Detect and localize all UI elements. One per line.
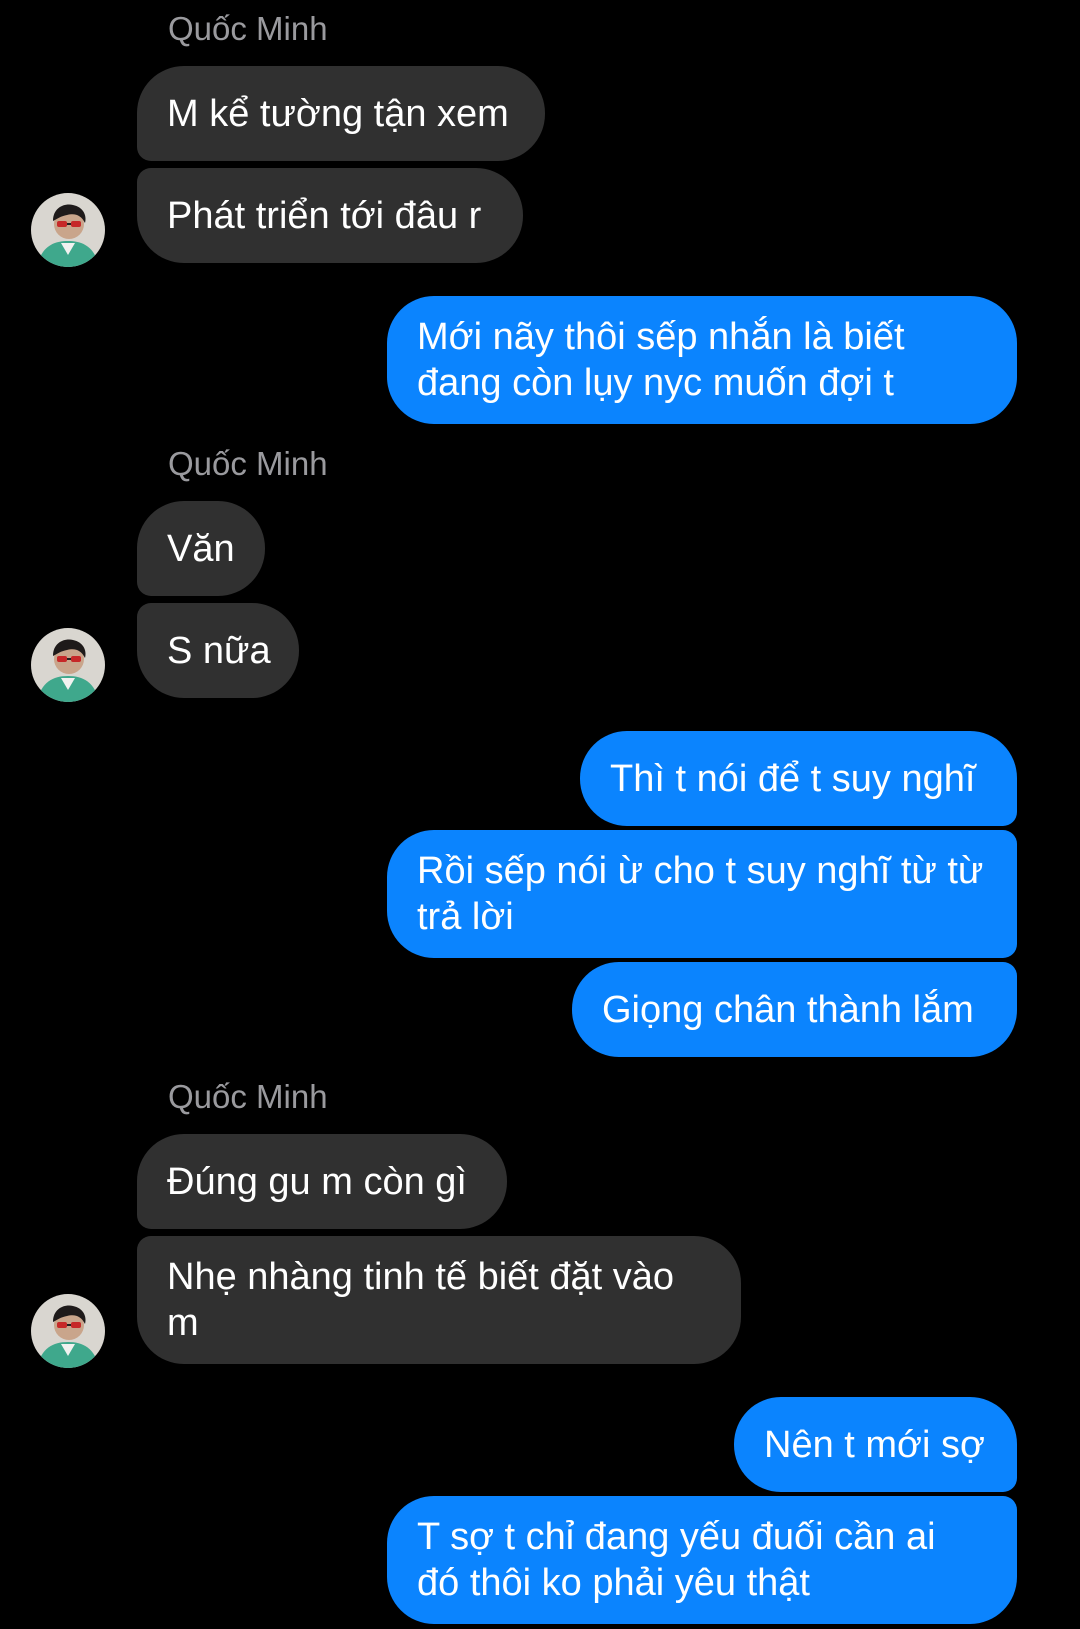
incoming-message[interactable]: Phát triển tới đâu r <box>137 168 523 263</box>
sender-name: Quốc Minh <box>168 445 328 482</box>
outgoing-message[interactable]: Giọng chân thành lắm <box>572 962 1017 1057</box>
outgoing-message[interactable]: Mới nãy thôi sếp nhắn là biết đang còn l… <box>387 296 1017 424</box>
sender-name: Quốc Minh <box>168 1078 328 1115</box>
outgoing-message[interactable]: Nên t mới sợ <box>734 1397 1017 1492</box>
incoming-message[interactable]: S nữa <box>137 603 299 698</box>
incoming-message[interactable]: Nhẹ nhàng tinh tế biết đặt vào m <box>137 1236 741 1364</box>
contact-avatar-icon[interactable] <box>31 193 105 267</box>
incoming-message[interactable]: Đúng gu m còn gì <box>137 1134 507 1229</box>
message-thread: Quốc Minh M kể tường tận xem Phát triển … <box>0 0 1080 1629</box>
outgoing-message[interactable]: T sợ t chỉ đang yếu đuối cần ai đó thôi … <box>387 1496 1017 1624</box>
incoming-message[interactable]: Văn <box>137 501 265 596</box>
incoming-message[interactable]: M kể tường tận xem <box>137 66 545 161</box>
contact-avatar-icon[interactable] <box>31 628 105 702</box>
outgoing-message[interactable]: Thì t nói để t suy nghĩ <box>580 731 1017 826</box>
sender-name: Quốc Minh <box>168 10 328 47</box>
contact-avatar-icon[interactable] <box>31 1294 105 1368</box>
outgoing-message[interactable]: Rồi sếp nói ừ cho t suy nghĩ từ từ trả l… <box>387 830 1017 958</box>
